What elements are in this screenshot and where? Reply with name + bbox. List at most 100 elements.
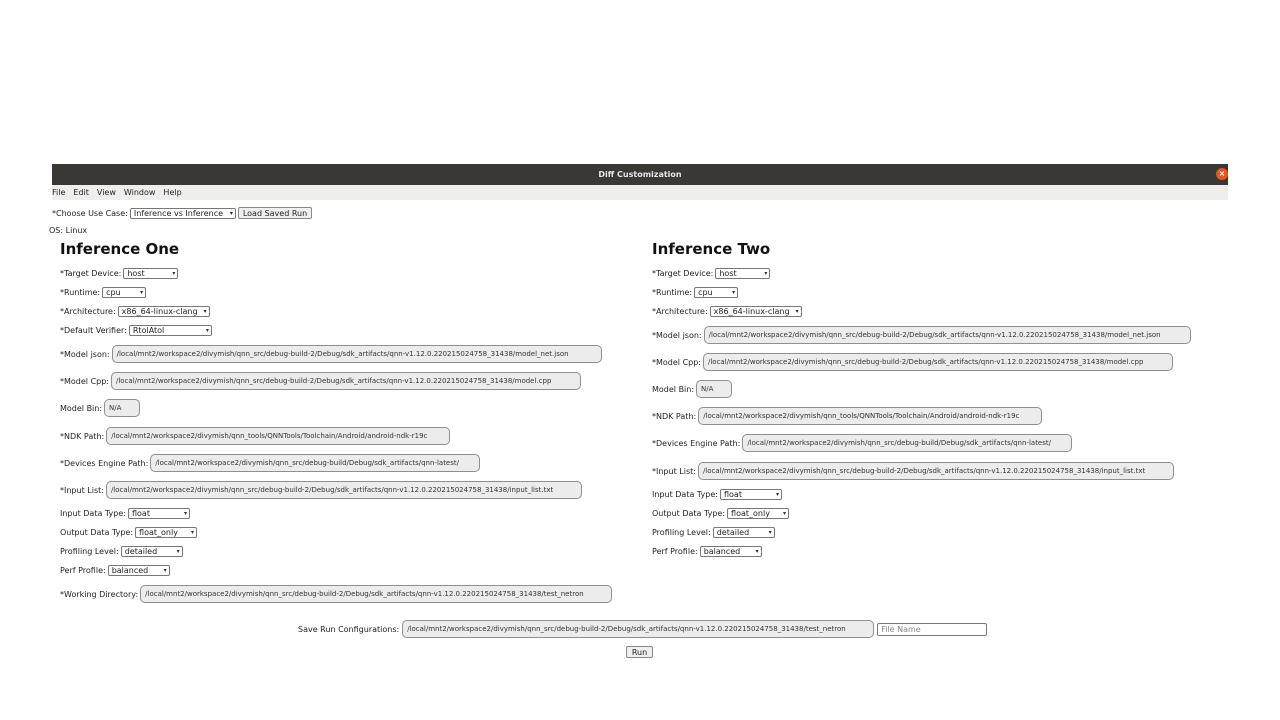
left-ndk-field[interactable]: /local/mnt2/workspace2/divymish/qnn_tool… [106,427,451,445]
left-model-json-field[interactable]: /local/mnt2/workspace2/divymish/qnn_src/… [111,345,602,363]
window-title: Diff Customization [598,170,682,179]
select-value: float [131,509,150,518]
left-input-type-select[interactable]: float ▾ [127,508,190,519]
left-input-list-row: *Input List: /local/mnt2/workspace2/divy… [60,481,582,499]
select-value: RtolAtol [132,326,165,335]
model-bin-label: Model Bin: [60,403,103,413]
chevron-down-icon: ▾ [205,327,209,334]
chevron-down-icon: ▾ [172,270,176,277]
save-run-path-field[interactable]: /local/mnt2/workspace2/divymish/qnn_src/… [402,620,875,638]
right-perf-row: Perf Profile: balanced ▾ [652,546,762,557]
output-type-label: Output Data Type: [60,528,134,537]
select-value: detailed [716,528,750,537]
right-model-bin-field[interactable]: N/A [696,380,733,398]
right-perf-select[interactable]: balanced ▾ [699,546,762,557]
left-verifier-select[interactable]: RtolAtol ▾ [128,325,212,336]
input-list-label: *Input List: [60,485,104,495]
chevron-down-icon: ▾ [732,289,736,296]
inference-one-heading: Inference One [60,240,180,258]
right-model-json-field[interactable]: /local/mnt2/workspace2/divymish/qnn_src/… [703,326,1191,344]
file-name-input[interactable]: File Name [877,622,988,636]
chevron-down-icon: ▾ [203,308,207,315]
target-device-label: *Target Device: [60,269,122,278]
left-target-device-row: *Target Device: host ▾ [60,268,179,279]
left-output-type-select[interactable]: float_only ▾ [135,527,198,538]
right-profiling-select[interactable]: detailed ▾ [712,527,775,538]
left-input-list-field[interactable]: /local/mnt2/workspace2/divymish/qnn_src/… [105,481,582,499]
right-ndk-field[interactable]: /local/mnt2/workspace2/divymish/qnn_tool… [698,407,1043,425]
inference-two-heading: Inference Two [652,240,771,258]
left-model-bin-field[interactable]: N/A [104,399,141,417]
right-architecture-select[interactable]: x86_64-linux-clang ▾ [709,306,802,317]
profiling-label: Profiling Level: [60,547,119,556]
model-bin-label: Model Bin: [652,384,695,394]
right-runtime-select[interactable]: cpu ▾ [694,287,739,298]
left-profiling-select[interactable]: detailed ▾ [120,546,183,557]
input-type-label: Input Data Type: [60,509,126,518]
menu-help[interactable]: Help [163,188,181,197]
chevron-down-icon: ▾ [755,548,759,555]
menu-file[interactable]: File [52,188,65,197]
left-workdir-field[interactable]: /local/mnt2/workspace2/divymish/qnn_src/… [140,585,613,603]
model-cpp-label: *Model Cpp: [652,357,701,367]
chevron-down-icon: ▾ [140,289,144,296]
load-saved-run-button[interactable]: Load Saved Run [237,207,313,219]
right-engine-row: *Devices Engine Path: /local/mnt2/worksp… [652,434,1073,452]
menu-view[interactable]: View [97,188,116,197]
right-runtime-row: *Runtime: cpu ▾ [652,287,739,298]
right-input-list-field[interactable]: /local/mnt2/workspace2/divymish/qnn_src/… [697,462,1174,480]
select-value: host [127,269,145,278]
engine-label: *Devices Engine Path: [60,458,149,468]
chevron-down-icon: ▾ [163,567,167,574]
right-input-type-select[interactable]: float ▾ [719,489,782,500]
left-model-cpp-row: *Model Cpp: /local/mnt2/workspace2/divym… [60,372,581,390]
select-value: detailed [124,547,158,556]
use-case-select[interactable]: Inference vs Inference ▾ [129,207,236,219]
menu-window[interactable]: Window [124,188,156,197]
input-list-label: *Input List: [652,466,696,476]
left-architecture-row: *Architecture: x86_64-linux-clang ▾ [60,306,210,317]
select-value: balanced [111,566,149,575]
select-value: float_only [139,528,178,537]
right-target-device-select[interactable]: host ▾ [715,268,771,279]
right-target-device-row: *Target Device: host ▾ [652,268,771,279]
chevron-down-icon: ▾ [183,510,187,517]
menu-bar: File Edit View Window Help [52,185,1228,200]
left-model-cpp-field[interactable]: /local/mnt2/workspace2/divymish/qnn_src/… [111,372,581,390]
chevron-down-icon: ▾ [768,529,772,536]
runtime-label: *Runtime: [652,288,693,297]
ndk-label: *NDK Path: [60,431,105,441]
left-profiling-row: Profiling Level: detailed ▾ [60,546,183,557]
input-type-label: Input Data Type: [652,490,718,499]
left-model-bin-row: Model Bin: N/A [60,399,141,417]
right-output-type-select[interactable]: float_only ▾ [727,508,790,519]
engine-label: *Devices Engine Path: [652,438,741,448]
right-model-cpp-field[interactable]: /local/mnt2/workspace2/divymish/qnn_src/… [703,353,1173,371]
verifier-label: *Default Verifier: [60,326,127,335]
select-value: cpu [698,288,713,297]
left-target-device-select[interactable]: host ▾ [123,268,179,279]
save-run-row: Save Run Configurations: /local/mnt2/wor… [298,620,988,638]
os-row: OS: Linux [49,226,89,235]
select-value: host [719,269,737,278]
menu-edit[interactable]: Edit [73,188,89,197]
right-ndk-row: *NDK Path: /local/mnt2/workspace2/divymi… [652,407,1043,425]
run-button[interactable]: Run [626,646,653,658]
chevron-down-icon: ▾ [229,209,233,217]
perf-label: Perf Profile: [60,566,106,575]
chevron-down-icon: ▾ [783,510,787,517]
runtime-label: *Runtime: [60,288,101,297]
architecture-label: *Architecture: [60,307,116,316]
right-engine-field[interactable]: /local/mnt2/workspace2/divymish/qnn_src/… [742,434,1073,452]
model-cpp-label: *Model Cpp: [60,376,109,386]
left-engine-field[interactable]: /local/mnt2/workspace2/divymish/qnn_src/… [150,454,481,472]
close-icon[interactable]: × [1216,168,1228,180]
left-input-type-row: Input Data Type: float ▾ [60,508,190,519]
left-perf-select[interactable]: balanced ▾ [107,565,170,576]
left-runtime-row: *Runtime: cpu ▾ [60,287,147,298]
title-bar: Diff Customization × [52,164,1228,185]
left-architecture-select[interactable]: x86_64-linux-clang ▾ [117,306,210,317]
left-runtime-select[interactable]: cpu ▾ [102,287,147,298]
right-model-bin-row: Model Bin: N/A [652,380,733,398]
output-type-label: Output Data Type: [652,509,726,518]
